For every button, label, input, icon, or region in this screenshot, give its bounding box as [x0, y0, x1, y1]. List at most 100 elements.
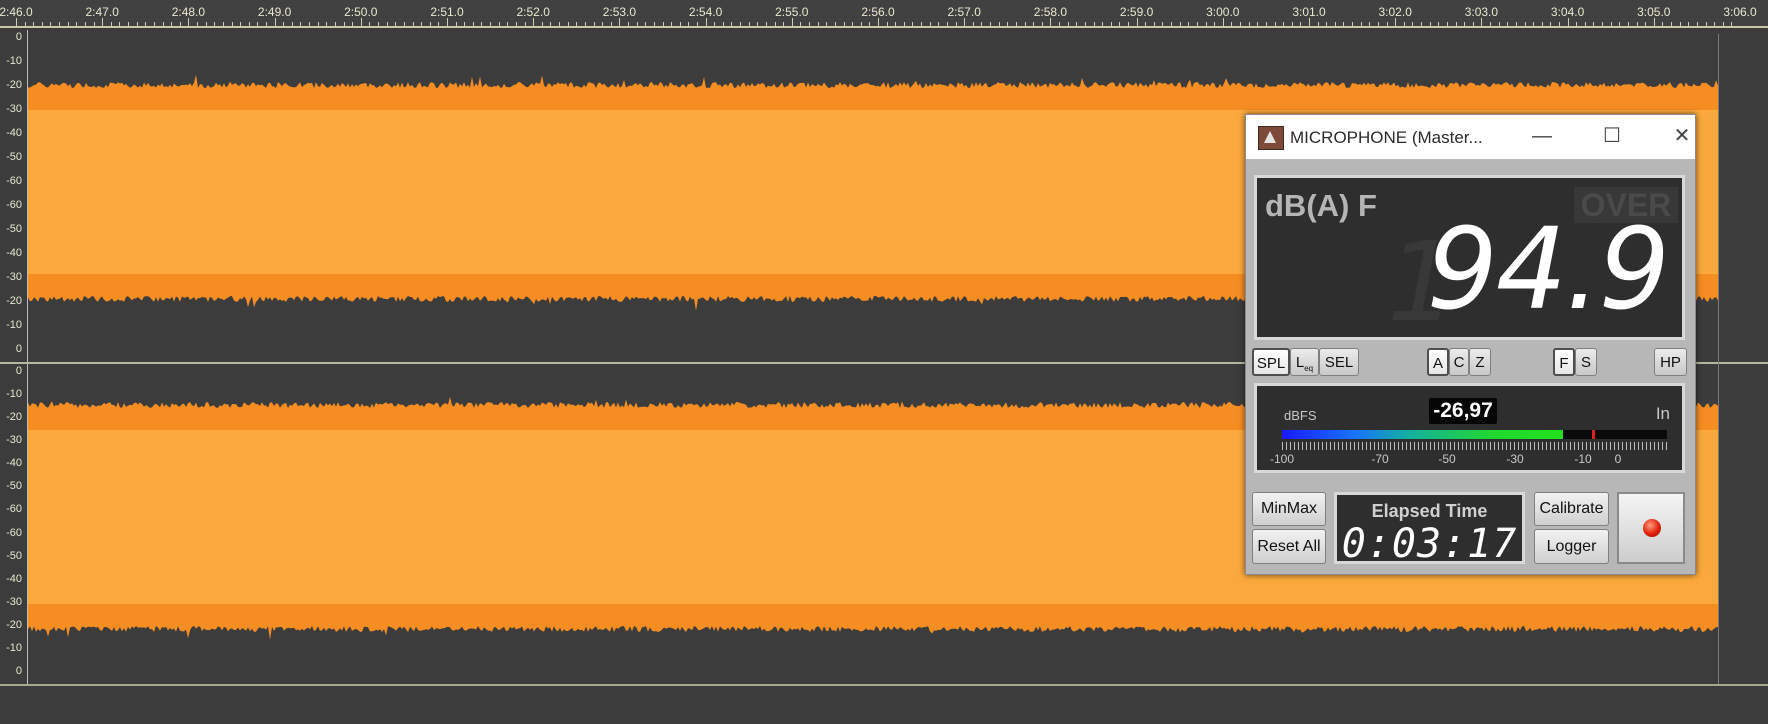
- sel-button[interactable]: SEL: [1319, 348, 1359, 376]
- record-button[interactable]: [1617, 492, 1685, 564]
- amplitude-label: -50: [6, 223, 22, 235]
- timeline-label: 3:03.0: [1464, 5, 1499, 19]
- timeline-minor-tick: [1067, 22, 1069, 26]
- meter-title-bar[interactable]: MICROPHONE (Master... — ☐ ✕: [1246, 115, 1695, 159]
- slow-response-button[interactable]: S: [1575, 348, 1597, 376]
- amplitude-label: -20: [6, 79, 22, 91]
- window-title: MICROPHONE (Master...: [1290, 128, 1483, 147]
- scale-label: -50: [1438, 452, 1456, 466]
- timeline-minor-tick: [119, 22, 121, 26]
- timeline-minor-tick: [447, 18, 448, 26]
- timeline-minor-tick: [1558, 22, 1560, 26]
- timeline-minor-tick: [1093, 22, 1095, 26]
- timeline-minor-tick: [714, 22, 716, 26]
- timeline-label: 2:46.0: [0, 5, 33, 19]
- timeline-minor-tick: [1584, 22, 1586, 26]
- timeline-minor-tick: [1153, 22, 1155, 26]
- timeline-minor-tick: [671, 22, 673, 26]
- timeline-minor-tick: [412, 22, 414, 26]
- timeline-minor-tick: [1291, 22, 1293, 26]
- dbfs-label: dBFS: [1284, 408, 1317, 423]
- fast-response-button[interactable]: F: [1553, 348, 1575, 376]
- timeline-minor-tick: [1015, 22, 1017, 26]
- timeline-minor-tick: [1084, 22, 1086, 26]
- c-weighting-button[interactable]: C: [1449, 348, 1469, 376]
- timeline-minor-tick: [395, 22, 397, 26]
- leq-button[interactable]: Leq: [1290, 348, 1319, 376]
- scale-label: 0: [1614, 452, 1622, 466]
- amplitude-label: -40: [6, 127, 22, 139]
- a-weighting-button[interactable]: A: [1427, 348, 1449, 376]
- timeline-minor-tick: [1033, 22, 1035, 26]
- timeline-minor-tick: [964, 18, 966, 26]
- amplitude-label: 0: [15, 665, 22, 677]
- spl-button[interactable]: SPL: [1252, 348, 1290, 376]
- timeline-minor-tick: [1455, 22, 1457, 26]
- timeline-minor-tick: [1317, 22, 1319, 26]
- timeline-minor-tick: [696, 22, 698, 26]
- timeline-minor-tick: [1377, 22, 1379, 26]
- spl-meter-window[interactable]: MICROPHONE (Master... — ☐ ✕ dB(A) F OVER…: [1245, 114, 1696, 575]
- timeline-minor-tick: [1731, 22, 1733, 26]
- logger-button[interactable]: Logger: [1534, 529, 1609, 564]
- timeline-minor-tick: [852, 22, 854, 26]
- high-pass-button[interactable]: HP: [1654, 348, 1687, 376]
- amplitude-label: 0: [15, 365, 22, 377]
- elapsed-time-value: 0:03:17: [1341, 521, 1518, 567]
- timeline-minor-tick: [688, 22, 690, 26]
- timeline-minor-tick: [153, 22, 155, 26]
- timeline-minor-tick: [205, 22, 207, 26]
- amplitude-label: -60: [6, 503, 22, 516]
- timeline-minor-tick: [559, 22, 561, 26]
- timeline-minor-tick: [455, 22, 457, 26]
- timeline-minor-tick: [929, 22, 931, 26]
- scale-label: -100: [1269, 452, 1295, 466]
- timeline-minor-tick: [84, 22, 86, 26]
- timeline-minor-tick: [1231, 22, 1233, 26]
- timeline-minor-tick: [1498, 22, 1500, 26]
- timeline-label: 3:02.0: [1378, 5, 1412, 19]
- elapsed-time-label: Elapsed Time: [1371, 501, 1488, 521]
- timeline-label: 2:51.0: [430, 5, 464, 19]
- timeline-minor-tick: [360, 18, 362, 26]
- timeline-minor-tick: [1050, 18, 1052, 26]
- z-weighting-button[interactable]: Z: [1469, 348, 1491, 376]
- timeline-label: 2:50.0: [344, 5, 378, 19]
- timeline-minor-tick: [662, 22, 664, 26]
- amplitude-label: -50: [6, 549, 22, 562]
- timeline-minor-tick: [765, 22, 767, 26]
- timeline-minor-tick: [1645, 22, 1647, 26]
- timeline-minor-tick: [274, 18, 276, 26]
- timeline-minor-tick: [1326, 22, 1328, 26]
- timeline-minor-tick: [50, 22, 52, 26]
- timeline-ruler[interactable]: 2:46.0 2:47.0 2:48.0 2:49.0 2:50.0 2:51.0 2:52…: [0, 0, 1768, 28]
- timeline-minor-tick: [722, 22, 724, 26]
- close-icon[interactable]: ✕: [1662, 123, 1702, 149]
- timeline-minor-tick: [1119, 22, 1121, 26]
- selection-end-line: [1718, 34, 1719, 684]
- minimize-icon[interactable]: —: [1522, 123, 1562, 149]
- reset-all-button[interactable]: Reset All: [1252, 529, 1326, 564]
- timeline-minor-tick: [171, 22, 173, 26]
- level-scale-ticks: [1282, 442, 1667, 450]
- timeline-minor-tick: [136, 22, 138, 26]
- timeline-minor-tick: [1653, 18, 1655, 26]
- timeline-minor-tick: [1602, 22, 1604, 26]
- timeline-minor-tick: [1636, 22, 1638, 26]
- input-label: In: [1655, 404, 1670, 423]
- timeline-label: 3:00.0: [1206, 5, 1240, 19]
- timeline-label: 2:52.0: [516, 5, 550, 19]
- timeline-minor-tick: [1705, 22, 1707, 26]
- minmax-button[interactable]: MinMax: [1252, 492, 1326, 526]
- amplitude-label: -60: [6, 175, 22, 187]
- input-level-bar: [1282, 430, 1667, 439]
- timeline-minor-tick: [498, 22, 500, 26]
- maximize-icon[interactable]: ☐: [1592, 123, 1632, 149]
- timeline-minor-tick: [33, 22, 35, 26]
- timeline-minor-tick: [895, 22, 897, 26]
- timeline-minor-tick: [1412, 22, 1414, 26]
- amplitude-label: -60: [6, 199, 22, 211]
- calibrate-button[interactable]: Calibrate: [1534, 492, 1609, 526]
- timeline-minor-tick: [869, 22, 871, 26]
- timeline-minor-tick: [817, 22, 819, 26]
